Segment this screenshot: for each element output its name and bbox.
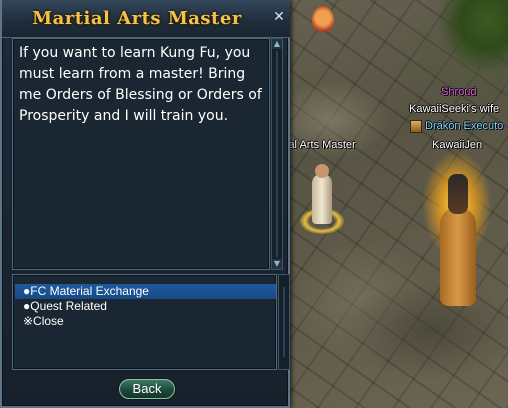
scroll-up-icon[interactable]: ▲: [272, 39, 282, 49]
option-quest-related[interactable]: ●Quest Related: [15, 299, 276, 314]
dialog-title: Martial Arts Master: [32, 8, 242, 29]
close-icon[interactable]: ✕: [272, 10, 286, 24]
player-character-on-mount[interactable]: [422, 150, 492, 308]
fairy-pet-sprite[interactable]: [312, 6, 334, 36]
guild-name-label: Drākōn Executo: [425, 120, 504, 132]
mount-sprite: [440, 208, 476, 306]
dialog-options-panel: ●FC Material Exchange ●Quest Related ※Cl…: [12, 274, 277, 370]
npc-dialog-window: Martial Arts Master ✕ If you want to lea…: [0, 0, 290, 408]
guild-emblem-icon: [410, 120, 422, 133]
dialog-titlebar[interactable]: Martial Arts Master ✕: [2, 0, 290, 38]
dialog-message: If you want to learn Kung Fu, you must l…: [19, 45, 262, 124]
grass-patch: [440, 0, 508, 70]
scroll-down-icon[interactable]: ▼: [272, 259, 282, 269]
npc-head: [315, 164, 329, 178]
scrollbar-track[interactable]: [283, 287, 285, 357]
option-close[interactable]: ※Close: [15, 314, 276, 329]
dialog-text-panel: If you want to learn Kung Fu, you must l…: [12, 38, 270, 270]
scrollbar-track[interactable]: [276, 51, 278, 257]
martial-arts-master-npc[interactable]: [298, 160, 346, 240]
options-scrollbar[interactable]: [278, 274, 290, 370]
rider-sprite: [448, 174, 468, 214]
shroud-label: Shroud: [441, 86, 477, 98]
npc-body: [312, 174, 332, 224]
back-button[interactable]: Back: [119, 379, 175, 399]
text-scrollbar[interactable]: ▲ ▼: [271, 38, 283, 270]
player-spouse-label: KawaiiSeeki's wife: [409, 103, 500, 115]
option-fc-material-exchange[interactable]: ●FC Material Exchange: [15, 284, 276, 299]
